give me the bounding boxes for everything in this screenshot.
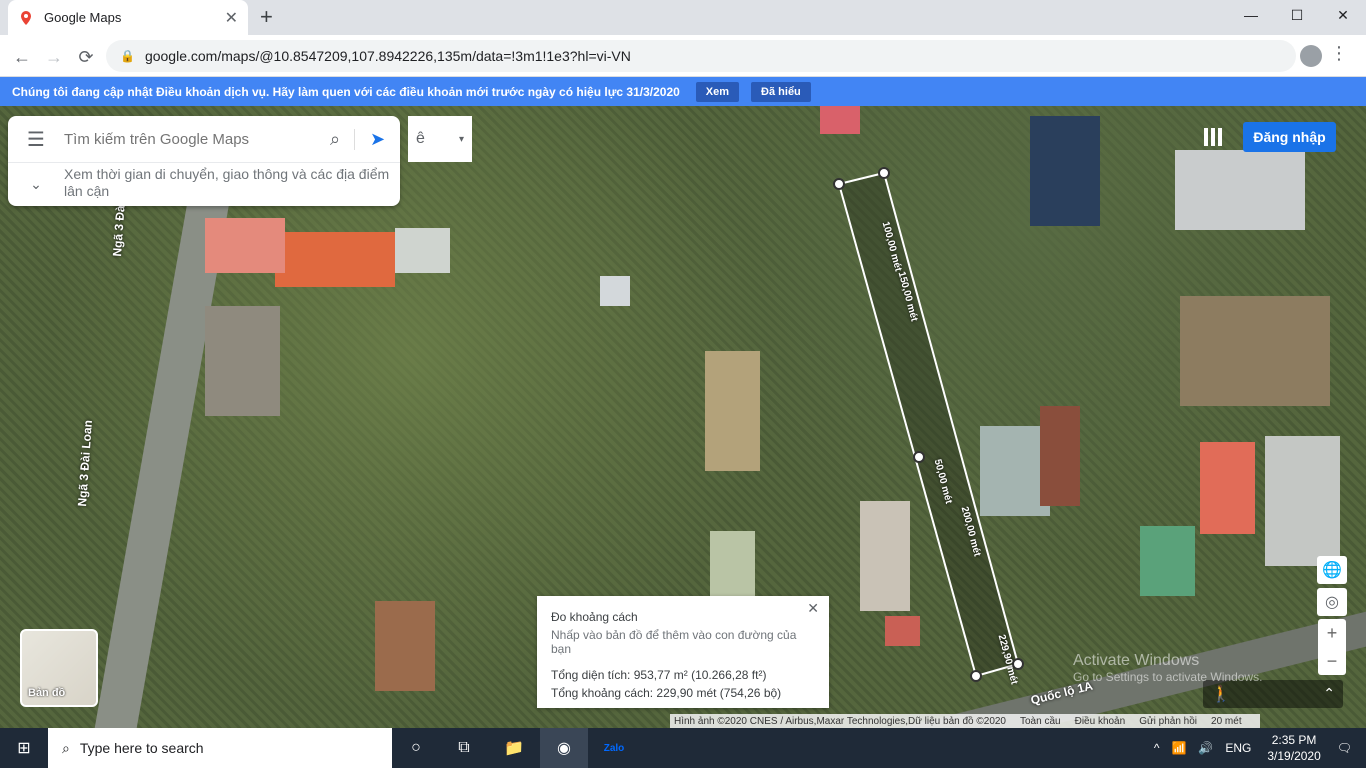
- feedback-link[interactable]: Gửi phản hồi: [1139, 716, 1197, 727]
- minimap-label: Bản đồ: [28, 687, 66, 699]
- street-view-strip[interactable]: 🚶 ⌃: [1203, 680, 1343, 708]
- search-divider: [8, 162, 400, 163]
- windows-start-icon[interactable]: ⊞: [0, 728, 48, 768]
- minimize-icon[interactable]: —: [1228, 0, 1274, 30]
- notification-icon[interactable]: 🗨: [1337, 741, 1352, 755]
- windows-taskbar: ⊞ ⌕ Type here to search ○ ⧉ 📁 ◉ Zalo ^ 📶…: [0, 728, 1366, 768]
- back-arrow-icon[interactable]: ←: [8, 43, 36, 71]
- search-row: ☰ ⌕ ➤: [8, 116, 400, 162]
- volume-icon[interactable]: 🔊: [1198, 741, 1213, 755]
- forward-arrow-icon[interactable]: →: [40, 43, 68, 71]
- watermark-title: Activate Windows: [1073, 652, 1200, 669]
- measure-area: Tổng diện tích: 953,77 m² (10.266,28 ft²…: [551, 668, 767, 682]
- system-tray: ^ 📶 🔊 ENG 2:35 PM 3/19/2020 🗨: [1148, 728, 1366, 768]
- login-button[interactable]: Đăng nhập: [1243, 122, 1336, 152]
- wifi-icon[interactable]: 📶: [1171, 741, 1186, 755]
- measure-area-polygon: [837, 171, 1020, 678]
- tab-title: Google Maps: [44, 10, 122, 25]
- taskbar-search-text: Type here to search: [79, 740, 204, 756]
- scale-label: 20 mét: [1211, 715, 1242, 727]
- window-controls: — ☐ ✕: [1228, 0, 1366, 30]
- close-window-icon[interactable]: ✕: [1320, 0, 1366, 30]
- time-text: 2:35 PM: [1271, 733, 1317, 747]
- chevron-up-icon[interactable]: ⌃: [1323, 685, 1335, 702]
- cortana-icon[interactable]: ○: [392, 728, 440, 768]
- taskbar-search[interactable]: ⌕ Type here to search: [48, 728, 392, 768]
- measure-title: Đo khoảng cách: [551, 610, 638, 624]
- menu-icon[interactable]: ☰: [8, 127, 64, 152]
- terms-banner: Chúng tôi đang cập nhật Điều khoản dịch …: [0, 77, 1366, 106]
- browser-toolbar: ← → ⟳ 🔒 google.com/maps/@10.8547209,107.…: [0, 35, 1366, 77]
- my-location-icon[interactable]: ◎: [1317, 588, 1347, 616]
- kebab-menu-icon[interactable]: ⋮: [1330, 43, 1348, 64]
- address-bar[interactable]: 🔒 google.com/maps/@10.8547209,107.894222…: [106, 40, 1296, 72]
- file-explorer-icon[interactable]: 📁: [490, 728, 538, 768]
- view-button[interactable]: Xem: [695, 81, 740, 102]
- chrome-icon[interactable]: ◉: [540, 728, 588, 768]
- ime-dropdown-icon[interactable]: ▾: [459, 134, 464, 145]
- new-tab-button[interactable]: +: [260, 4, 273, 30]
- language-indicator[interactable]: ENG: [1225, 741, 1251, 755]
- map-type-toggle[interactable]: Bản đồ: [20, 629, 98, 707]
- ime-label: ê: [416, 130, 425, 147]
- date-text: 3/19/2020: [1267, 749, 1321, 763]
- search-icon: ⌕: [62, 739, 70, 756]
- lock-icon: 🔒: [120, 49, 135, 63]
- measure-point[interactable]: [913, 451, 925, 463]
- directions-icon[interactable]: ➤: [354, 128, 400, 150]
- tab-close-icon[interactable]: ✕: [225, 8, 238, 28]
- clock[interactable]: 2:35 PM 3/19/2020: [1267, 732, 1320, 764]
- measure-distance: Tổng khoảng cách: 229,90 mét (754,26 bộ): [551, 686, 782, 700]
- zoom-out-button[interactable]: −: [1318, 647, 1346, 675]
- search-panel: ☰ ⌕ ➤ ⌄ Xem thời gian di chuyển, giao th…: [8, 116, 400, 206]
- reload-icon[interactable]: ⟳: [72, 43, 100, 71]
- measure-hint: Nhấp vào bản đồ để thêm vào con đường củ…: [551, 628, 797, 656]
- tab-google-maps[interactable]: Google Maps ✕: [8, 0, 248, 35]
- global-link[interactable]: Toàn cầu: [1020, 716, 1061, 727]
- maps-pin-icon: [21, 10, 31, 25]
- chevron-up-icon[interactable]: ^: [1154, 741, 1160, 755]
- terms-link[interactable]: Điều khoản: [1075, 716, 1126, 727]
- search-icon[interactable]: ⌕: [316, 129, 354, 150]
- search-input[interactable]: [64, 130, 316, 148]
- watermark-sub: Go to Settings to activate Windows.: [1073, 670, 1263, 684]
- measure-distance-panel: ✕ Đo khoảng cách Nhấp vào bản đồ để thêm…: [537, 596, 829, 708]
- apps-grid-icon[interactable]: [1204, 128, 1222, 146]
- zoom-controls: + −: [1318, 619, 1346, 675]
- measure-point[interactable]: [970, 670, 982, 682]
- explore-nearby-text: Xem thời gian di chuyển, giao thông và c…: [64, 166, 390, 199]
- url-text: google.com/maps/@10.8547209,107.8942226,…: [144, 48, 631, 64]
- explore-nearby-row[interactable]: ⌄ Xem thời gian di chuyển, giao thông và…: [8, 166, 400, 204]
- attribution: Hình ảnh ©2020 CNES / Airbus,Maxar Techn…: [674, 715, 1006, 727]
- browser-tabbar: Google Maps ✕ + — ☐ ✕: [0, 0, 1366, 35]
- zoom-in-button[interactable]: +: [1318, 619, 1346, 647]
- pegman-icon[interactable]: 🚶: [1211, 684, 1231, 704]
- map-footer: Hình ảnh ©2020 CNES / Airbus,Maxar Techn…: [670, 714, 1260, 728]
- maximize-icon[interactable]: ☐: [1274, 0, 1320, 30]
- chevron-down-icon[interactable]: ⌄: [8, 166, 64, 193]
- measure-point[interactable]: [833, 178, 845, 190]
- understood-button[interactable]: Đã hiểu: [751, 81, 811, 102]
- profile-avatar[interactable]: [1300, 45, 1322, 67]
- activate-windows-watermark: Activate Windows Go to Settings to activ…: [1073, 652, 1262, 684]
- input-method-selector[interactable]: ê ▾: [408, 116, 472, 162]
- globe-icon[interactable]: 🌐: [1317, 556, 1347, 584]
- close-icon[interactable]: ✕: [807, 600, 819, 617]
- measure-point[interactable]: [878, 167, 890, 179]
- banner-text: Chúng tôi đang cập nhật Điều khoản dịch …: [12, 84, 680, 99]
- task-view-icon[interactable]: ⧉: [440, 728, 488, 768]
- zalo-icon[interactable]: Zalo: [590, 728, 638, 768]
